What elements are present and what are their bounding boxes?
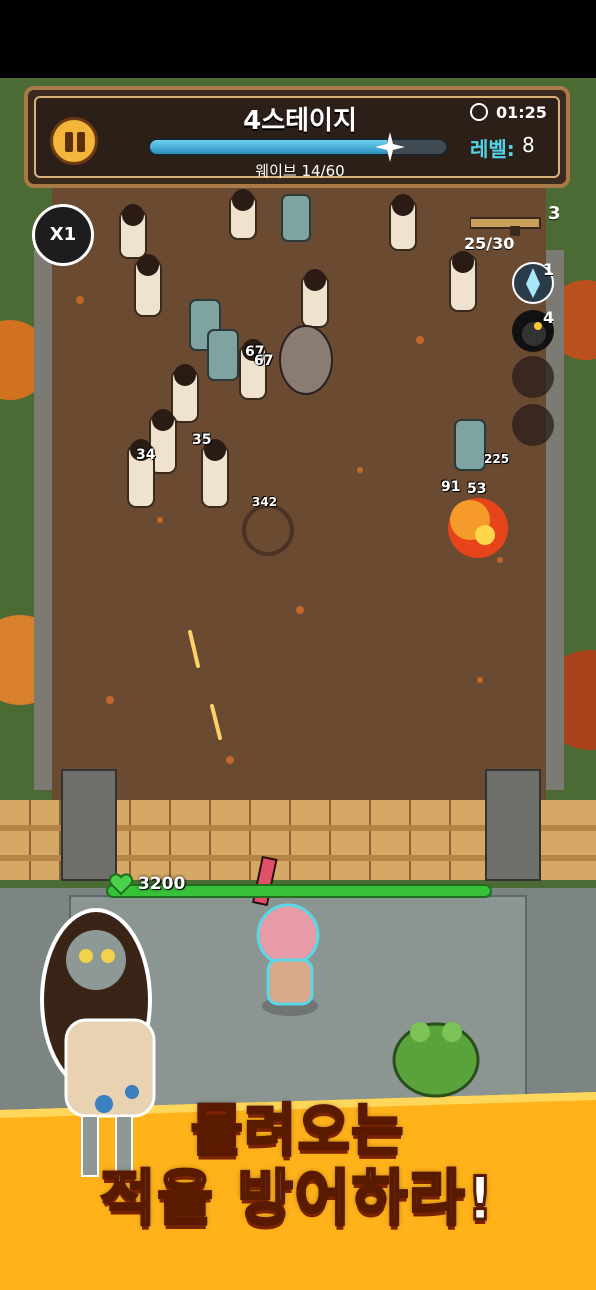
level-value: 8: [522, 133, 535, 157]
wave-counter: 웨이브 14/60: [255, 162, 345, 180]
skill-count: 1: [543, 260, 555, 279]
game-scene: 4스테이지 01:25 웨이브 14/60 레벨: 8 X1 3 25/30 1…: [0, 0, 596, 1290]
promo-headline-line2: 적을 방어하라!: [99, 1163, 496, 1236]
clock-icon: [470, 103, 488, 121]
spark-icon: [375, 132, 405, 162]
skill-slot-empty[interactable]: [512, 404, 554, 446]
damage-number: 35: [192, 432, 212, 448]
timer: 01:25: [496, 103, 547, 122]
weapon-count: 3: [548, 203, 561, 224]
damage-number: 91: [441, 479, 461, 495]
skill-count: 4: [543, 308, 555, 327]
ammo-counter: 25/30: [464, 234, 515, 253]
heart-icon: [108, 873, 134, 896]
damage-number: 225: [484, 452, 510, 466]
level-label: 레벨:: [470, 137, 515, 161]
damage-number: 53: [467, 481, 487, 497]
speed-button[interactable]: X1: [32, 204, 94, 266]
wave-progress-fill: [150, 140, 387, 154]
rifle-icon: [470, 217, 541, 236]
damage-number: 34: [136, 447, 156, 463]
skill-slot-empty[interactable]: [512, 356, 554, 398]
pause-icon: [65, 132, 73, 152]
damage-number: 67: [254, 353, 274, 369]
player-hp-value: 3200: [138, 874, 186, 894]
pause-button[interactable]: [50, 117, 98, 165]
damage-number: 342: [252, 495, 278, 509]
